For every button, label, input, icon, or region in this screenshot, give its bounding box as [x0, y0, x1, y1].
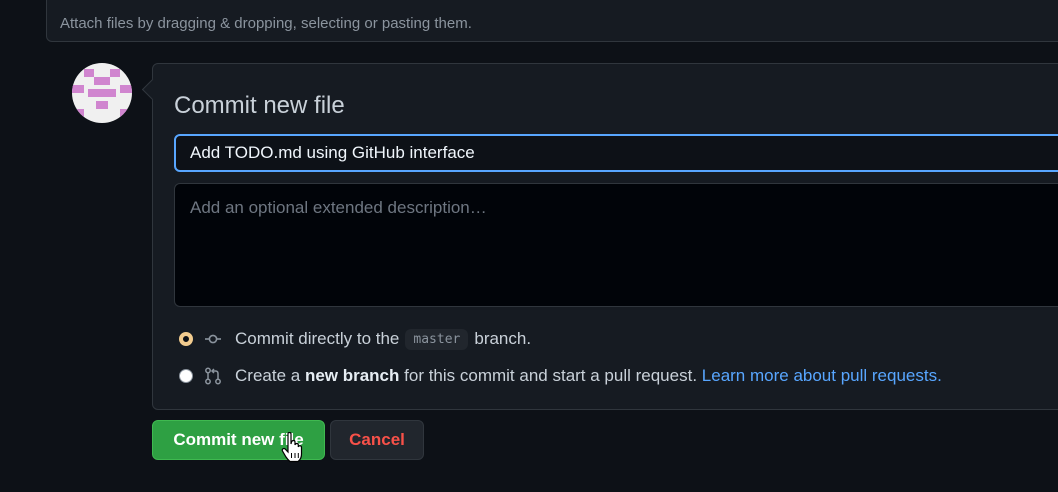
commit-direct-radio[interactable]: [179, 332, 193, 346]
file-attachment-bar[interactable]: Attach files by dragging & dropping, sel…: [46, 0, 1058, 42]
new-branch-option[interactable]: Create a new branch for this commit and …: [179, 364, 942, 388]
commit-direct-text: Commit directly to the: [235, 329, 400, 348]
git-commit-icon: [205, 334, 221, 344]
cancel-button[interactable]: Cancel: [330, 420, 424, 460]
new-branch-text-before: Create a: [235, 366, 301, 385]
commit-summary-input[interactable]: [174, 134, 1058, 172]
new-branch-text-after: for this commit and start a pull request…: [404, 366, 698, 385]
git-pull-request-icon: [205, 367, 221, 385]
commit-form-title: Commit new file: [174, 92, 345, 119]
commit-direct-option[interactable]: Commit directly to the master branch.: [179, 327, 531, 351]
new-branch-radio[interactable]: [179, 369, 193, 383]
learn-more-link[interactable]: Learn more about pull requests.: [702, 366, 942, 386]
commit-form-panel: Commit new file Commit directly to the m…: [141, 63, 1058, 410]
avatar[interactable]: [72, 63, 132, 123]
branch-name-badge: master: [405, 328, 469, 350]
attach-hint: Attach files by dragging & dropping, sel…: [60, 15, 472, 32]
commit-direct-suffix: branch.: [474, 329, 532, 348]
panel-pointer: [141, 78, 164, 101]
hand-pointer-cursor-icon: [281, 432, 303, 463]
new-branch-bold: new branch: [304, 366, 400, 385]
commit-description-textarea[interactable]: [174, 183, 1058, 307]
